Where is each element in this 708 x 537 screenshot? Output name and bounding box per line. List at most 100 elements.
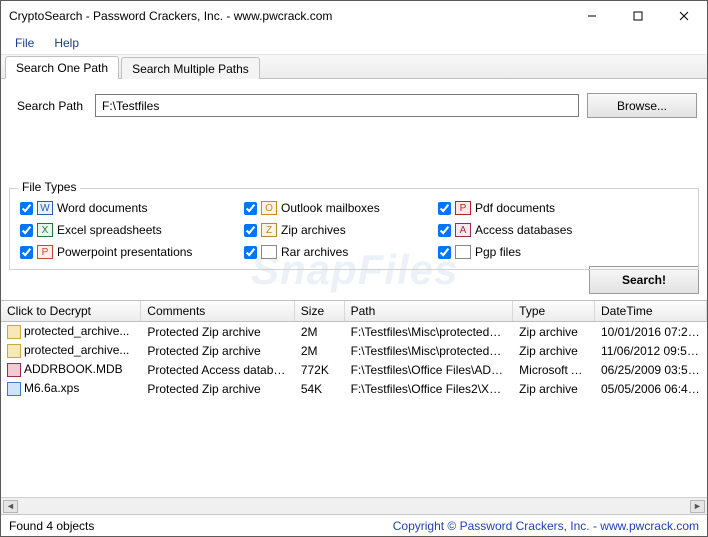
- chk-access-box[interactable]: [438, 224, 451, 237]
- powerpoint-icon: P: [37, 245, 53, 259]
- chk-outlook-label: Outlook mailboxes: [281, 201, 380, 215]
- cell-type: Zip archive: [513, 343, 595, 359]
- file-icon: [7, 363, 21, 377]
- search-path-label: Search Path: [17, 99, 87, 113]
- access-icon: A: [455, 223, 471, 237]
- search-row: Search Path Browse...: [1, 79, 707, 128]
- window-title: CryptoSearch - Password Crackers, Inc. -…: [9, 9, 569, 23]
- pdf-icon: P: [455, 201, 471, 215]
- table-row[interactable]: protected_archive... Protected Zip archiv…: [1, 341, 707, 360]
- chk-pdf-label: Pdf documents: [475, 201, 555, 215]
- cell-datetime: 10/01/2016 07:22:20 ...: [595, 324, 707, 340]
- spacer: [1, 128, 707, 188]
- table-row[interactable]: protected_archive... Protected Zip archiv…: [1, 322, 707, 341]
- col-type[interactable]: Type: [513, 301, 595, 321]
- chk-word[interactable]: W Word documents: [20, 201, 220, 215]
- chk-zip-box[interactable]: [244, 224, 257, 237]
- chk-outlook[interactable]: O Outlook mailboxes: [244, 201, 414, 215]
- table-row[interactable]: M6.6a.xpsProtected Zip archive54KF:\Test…: [1, 379, 707, 398]
- scroll-right-icon[interactable]: ►: [690, 500, 705, 513]
- chk-pgp[interactable]: Pgp files: [438, 245, 608, 259]
- cell-comments: Protected Zip archive: [141, 381, 295, 397]
- cell-path: F:\Testfiles\Office Files2\XPS\...: [345, 381, 514, 397]
- col-decrypt[interactable]: Click to Decrypt: [1, 301, 141, 321]
- cell-path: F:\Testfiles\Misc\protected_arc...: [345, 343, 514, 359]
- cell-size: 2M: [295, 324, 345, 340]
- cell-type: Zip archive: [513, 324, 595, 340]
- cell-comments: Protected Access database: [141, 362, 295, 378]
- col-size[interactable]: Size: [295, 301, 345, 321]
- chk-ppt[interactable]: P Powerpoint presentations: [20, 245, 220, 259]
- word-icon: W: [37, 201, 53, 215]
- horizontal-scrollbar[interactable]: ◄ ►: [1, 497, 707, 514]
- chk-pdf[interactable]: P Pdf documents: [438, 201, 608, 215]
- chk-pgp-label: Pgp files: [475, 245, 521, 259]
- cell-size: 772K: [295, 362, 345, 378]
- chk-word-label: Word documents: [57, 201, 148, 215]
- chk-word-box[interactable]: [20, 202, 33, 215]
- results-table: Click to Decrypt Comments Size Path Type…: [1, 300, 707, 497]
- cell-type: Microsoft Ac...: [513, 362, 595, 378]
- close-button[interactable]: [661, 1, 707, 31]
- chk-access-label: Access databases: [475, 223, 572, 237]
- search-path-input[interactable]: [95, 94, 579, 117]
- titlebar: CryptoSearch - Password Crackers, Inc. -…: [1, 1, 707, 31]
- tab-search-multiple-paths[interactable]: Search Multiple Paths: [121, 57, 260, 79]
- chk-zip[interactable]: Z Zip archives: [244, 223, 414, 237]
- browse-button[interactable]: Browse...: [587, 93, 697, 118]
- cell-name: ADDRBOOK.MDB: [24, 362, 123, 376]
- status-right: Copyright © Password Crackers, Inc. - ww…: [393, 519, 699, 533]
- results-header: Click to Decrypt Comments Size Path Type…: [1, 301, 707, 322]
- chk-pdf-box[interactable]: [438, 202, 451, 215]
- chk-rar[interactable]: Rar archives: [244, 245, 414, 259]
- cell-name: M6.6a.xps: [24, 381, 79, 395]
- menubar: File Help: [1, 31, 707, 55]
- chk-zip-label: Zip archives: [281, 223, 346, 237]
- file-types-group: File Types WWord documents OOutlook mail…: [9, 188, 699, 270]
- file-icon: [7, 344, 21, 358]
- chk-excel-label: Excel spreadsheets: [57, 223, 162, 237]
- chk-rar-label: Rar archives: [281, 245, 348, 259]
- search-button[interactable]: Search!: [589, 266, 699, 294]
- file-types-legend: File Types: [18, 180, 80, 194]
- col-comments[interactable]: Comments: [141, 301, 295, 321]
- cell-datetime: 05/05/2006 06:47:02 ...: [595, 381, 707, 397]
- chk-excel-box[interactable]: [20, 224, 33, 237]
- scroll-left-icon[interactable]: ◄: [3, 500, 18, 513]
- file-icon: [7, 325, 21, 339]
- chk-access[interactable]: A Access databases: [438, 223, 608, 237]
- cell-path: F:\Testfiles\Misc\protected_arc...: [345, 324, 514, 340]
- chk-ppt-label: Powerpoint presentations: [57, 245, 192, 259]
- tab-search-one-path[interactable]: Search One Path: [5, 56, 119, 79]
- table-row[interactable]: ADDRBOOK.MDB Protected Access database772…: [1, 360, 707, 379]
- statusbar: Found 4 objects Copyright © Password Cra…: [1, 514, 707, 536]
- search-action-row: Search!: [1, 266, 707, 300]
- cell-name: protected_archive...: [24, 324, 129, 338]
- col-path[interactable]: Path: [345, 301, 514, 321]
- chk-pgp-box[interactable]: [438, 246, 451, 259]
- outlook-icon: O: [261, 201, 277, 215]
- app-window: CryptoSearch - Password Crackers, Inc. -…: [0, 0, 708, 537]
- chk-rar-box[interactable]: [244, 246, 257, 259]
- cell-datetime: 11/06/2012 09:52:30 ...: [595, 343, 707, 359]
- cell-path: F:\Testfiles\Office Files\ADDR...: [345, 362, 514, 378]
- minimize-button[interactable]: [569, 1, 615, 31]
- chk-excel[interactable]: XExcel spreadsheets: [20, 223, 220, 237]
- pgp-icon: [455, 245, 471, 259]
- chk-ppt-box[interactable]: [20, 246, 33, 259]
- chk-outlook-box[interactable]: [244, 202, 257, 215]
- menu-help[interactable]: Help: [44, 33, 89, 53]
- col-datetime[interactable]: DateTime: [595, 301, 707, 321]
- status-left: Found 4 objects: [9, 519, 94, 533]
- zip-icon: Z: [261, 223, 277, 237]
- cell-comments: Protected Zip archive: [141, 343, 295, 359]
- file-icon: [7, 382, 21, 396]
- cell-comments: Protected Zip archive: [141, 324, 295, 340]
- tabs: Search One Path Search Multiple Paths: [1, 55, 707, 79]
- results-body: protected_archive... Protected Zip archiv…: [1, 322, 707, 398]
- maximize-button[interactable]: [615, 1, 661, 31]
- cell-size: 2M: [295, 343, 345, 359]
- menu-file[interactable]: File: [5, 33, 44, 53]
- window-controls: [569, 1, 707, 31]
- cell-name: protected_archive...: [24, 343, 129, 357]
